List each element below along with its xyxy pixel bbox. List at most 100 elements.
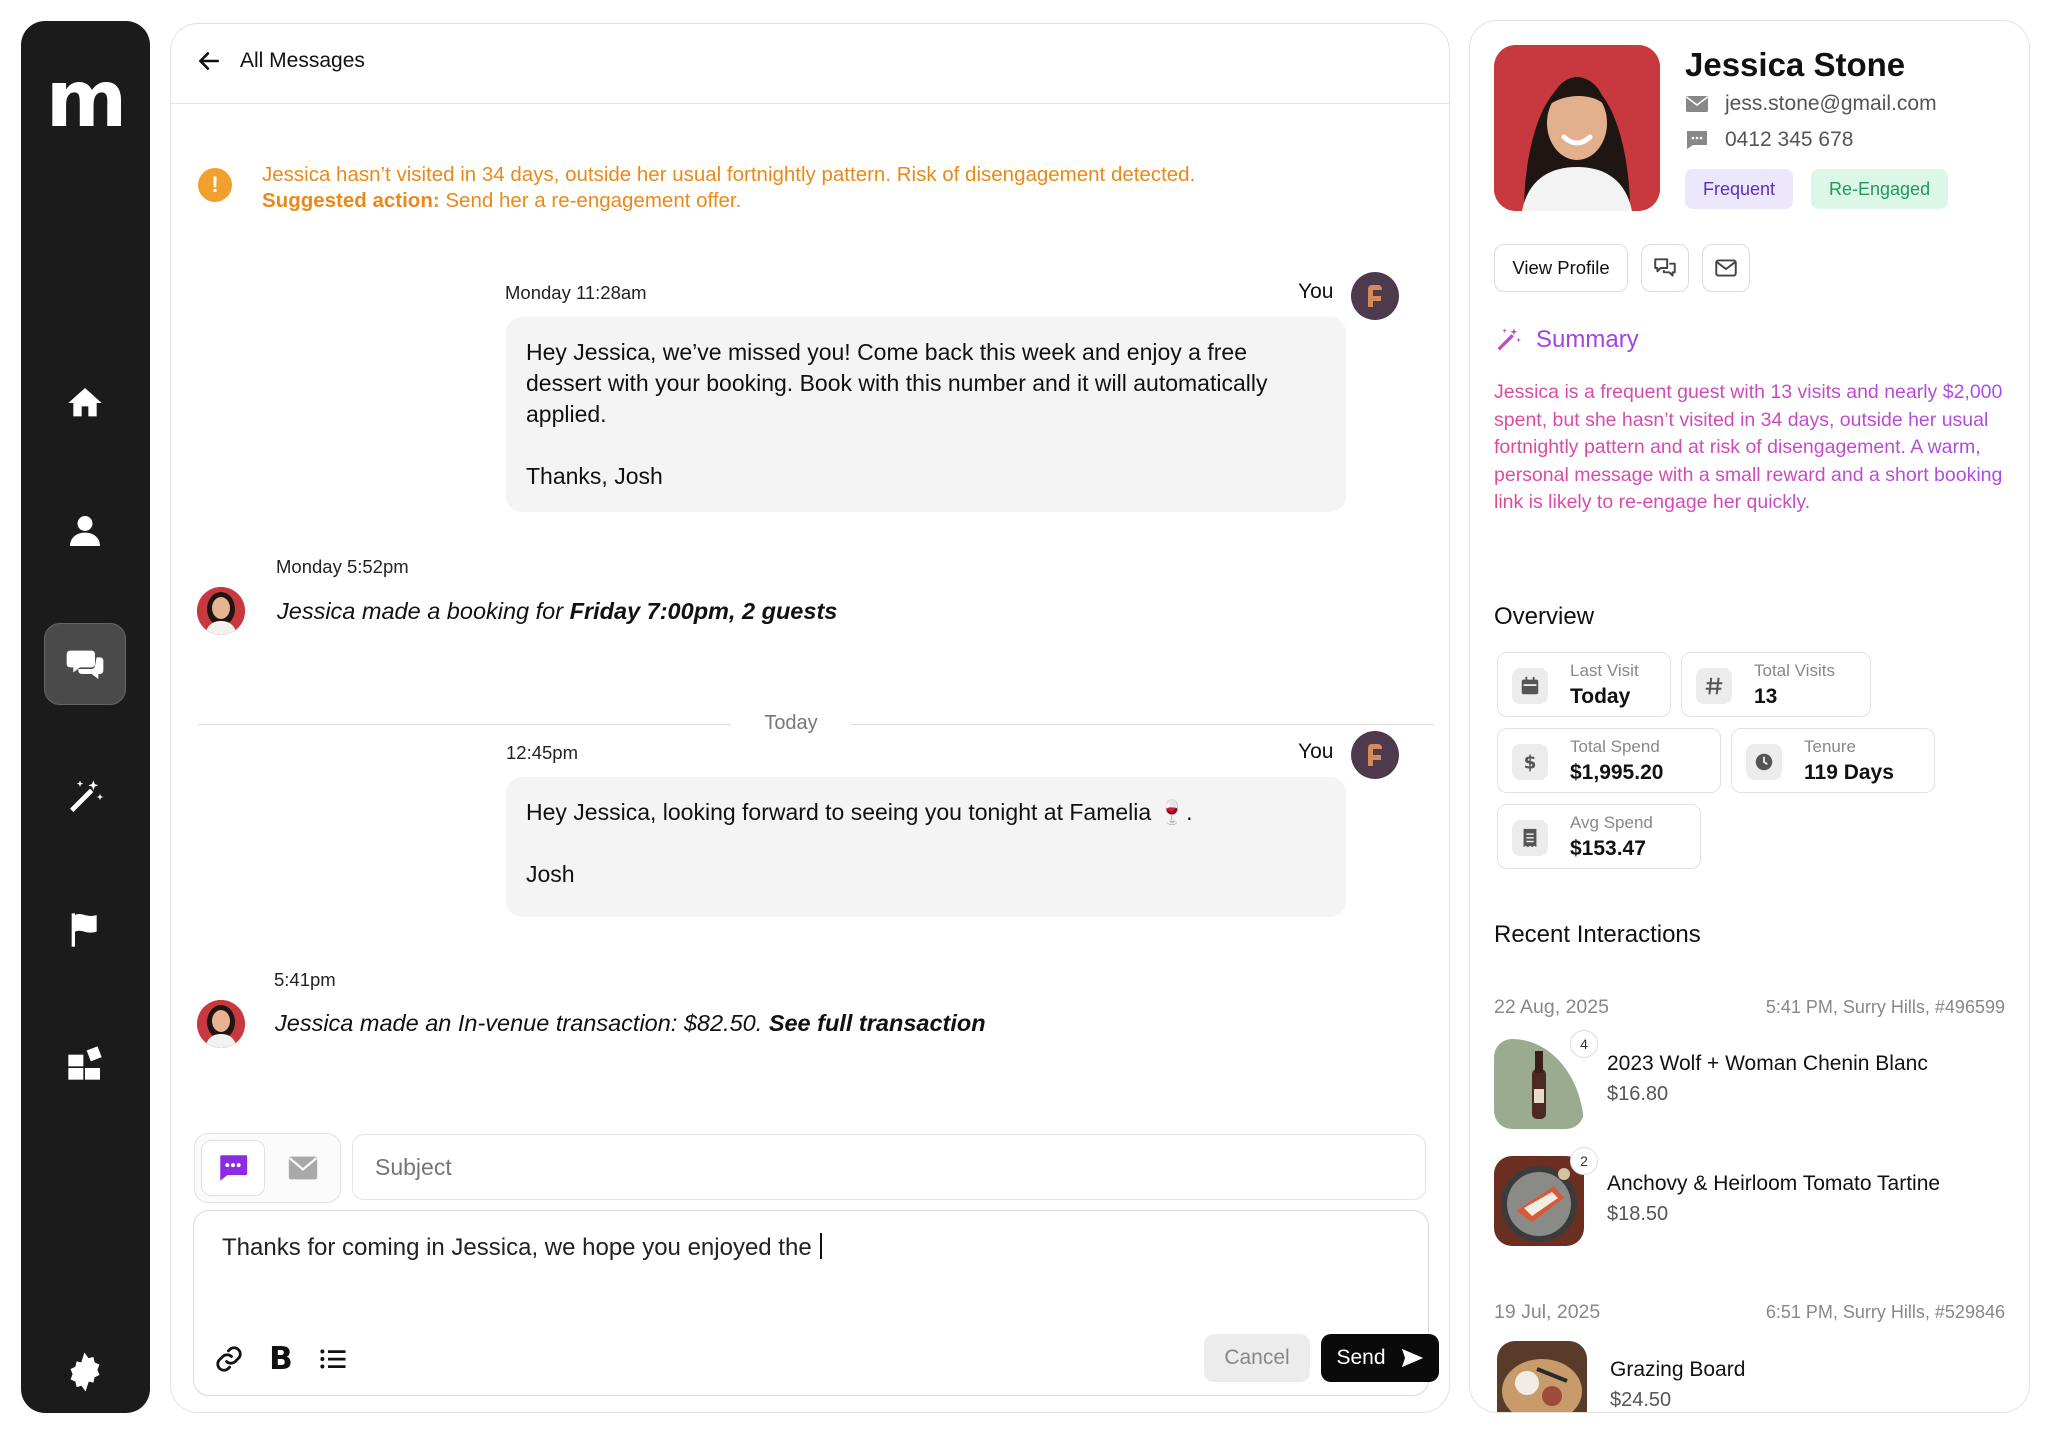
sms-icon xyxy=(220,1155,248,1181)
see-full-transaction-link[interactable]: See full transaction xyxy=(769,1010,986,1036)
interaction-meta: 5:41 PM, Surry Hills, #496599 xyxy=(1765,997,2005,1017)
nav-messages[interactable] xyxy=(44,623,126,705)
hash-icon xyxy=(1696,668,1732,704)
message-timestamp: 12:45pm xyxy=(506,742,578,763)
composer-input[interactable]: Thanks for coming in Jessica, we hope yo… xyxy=(222,1233,823,1262)
message-timestamp: Monday 11:28am xyxy=(505,282,647,303)
booking-event-detail: Friday 7:00pm, 2 guests xyxy=(569,598,838,624)
stat-value: Today xyxy=(1570,685,1631,708)
email-channel-button[interactable] xyxy=(271,1140,335,1196)
view-profile-button[interactable]: View Profile xyxy=(1494,244,1628,292)
stat-label: Tenure xyxy=(1804,737,1856,756)
item-price: $18.50 xyxy=(1607,1203,1669,1225)
event-timestamp: Monday 5:52pm xyxy=(276,556,409,577)
sender-label: You xyxy=(1298,280,1334,303)
flag-icon xyxy=(71,913,97,947)
sender-label: You xyxy=(1298,740,1334,763)
dollar-icon: $ xyxy=(1512,744,1548,780)
item-image-wine[interactable] xyxy=(1494,1039,1584,1129)
guest-avatar xyxy=(197,587,245,635)
send-button[interactable]: Send xyxy=(1321,1334,1439,1382)
alert-suggested-text: Send her a re-engagement offer. xyxy=(439,189,742,212)
chat-bubbles-icon xyxy=(66,650,104,679)
message-thread-panel: All Messages ! Jessica hasn’t visited in… xyxy=(170,23,1450,1413)
stat-label: Last Visit xyxy=(1570,661,1639,680)
guest-phone-text: 0412 345 678 xyxy=(1725,128,1854,151)
text-cursor xyxy=(820,1233,823,1259)
subject-input[interactable] xyxy=(352,1134,1426,1200)
stat-total-visits: Total Visits 13 xyxy=(1681,652,1871,717)
sms-icon xyxy=(1687,131,1707,149)
guest-name: Jessica Stone xyxy=(1685,46,1906,83)
cancel-button[interactable]: Cancel xyxy=(1204,1334,1310,1382)
message-guest-button[interactable] xyxy=(1641,244,1689,292)
calendar-icon xyxy=(1512,668,1548,704)
tag-frequent: Frequent xyxy=(1685,169,1794,209)
channel-toggle xyxy=(194,1133,341,1203)
item-image-grazing-board[interactable] xyxy=(1497,1341,1587,1412)
summary-heading: Summary xyxy=(1494,326,1639,354)
sender-avatar xyxy=(1351,272,1399,320)
stat-last-visit: Last Visit Today xyxy=(1497,652,1671,717)
item-name: Grazing Board xyxy=(1610,1358,1746,1381)
stat-value: 13 xyxy=(1754,685,1778,708)
day-divider-label: Today xyxy=(731,712,851,735)
recent-interactions-heading: Recent Interactions xyxy=(1494,921,1701,948)
interaction-date: 19 Jul, 2025 xyxy=(1494,1301,1601,1323)
nav-settings[interactable] xyxy=(44,1331,126,1413)
stat-avg-spend: Avg Spend $153.47 xyxy=(1497,804,1701,869)
nav-magic[interactable] xyxy=(44,756,126,838)
alert-text: Jessica hasn’t visited in 34 days, outsi… xyxy=(262,162,1195,214)
bold-icon[interactable]: B xyxy=(266,1341,296,1377)
interaction-date: 22 Aug, 2025 xyxy=(1494,996,1609,1018)
alert-message: Jessica hasn’t visited in 34 days, outsi… xyxy=(262,163,1196,186)
guest-photo xyxy=(1494,45,1660,211)
stat-total-spend: $ Total Spend $1,995.20 xyxy=(1497,728,1721,793)
magic-wand-icon xyxy=(70,780,104,812)
app-logo[interactable]: m xyxy=(21,61,150,139)
gear-icon xyxy=(70,1352,100,1392)
stat-value: 119 Days xyxy=(1804,761,1894,784)
svg-text:$: $ xyxy=(1524,752,1537,773)
stat-label: Total Visits xyxy=(1754,661,1835,680)
list-icon[interactable] xyxy=(318,1344,348,1374)
nav-campaigns[interactable] xyxy=(44,889,126,971)
warning-icon: ! xyxy=(198,168,232,202)
summary-title: Summary xyxy=(1536,326,1639,353)
guest-email: jess.stone@gmail.com xyxy=(1685,92,1937,116)
booking-event: Jessica made a booking for Friday 7:00pm… xyxy=(277,598,837,625)
sms-channel-button[interactable] xyxy=(201,1140,265,1196)
item-image-tartine[interactable] xyxy=(1494,1156,1584,1246)
item-price: $24.50 xyxy=(1610,1389,1672,1411)
nav-widgets[interactable] xyxy=(44,1022,126,1104)
back-to-all-messages[interactable]: All Messages xyxy=(196,48,365,74)
user-icon xyxy=(70,516,100,546)
transaction-event-text: Jessica made an In-venue transaction: $8… xyxy=(275,1010,769,1036)
guest-phone: 0412 345 678 xyxy=(1685,128,1853,152)
arrow-left-icon xyxy=(199,52,219,70)
overview-heading: Overview xyxy=(1494,603,1595,630)
stat-value: $153.47 xyxy=(1570,837,1646,860)
chat-bubbles-icon xyxy=(1654,258,1676,277)
email-guest-button[interactable] xyxy=(1702,244,1750,292)
message-composer[interactable]: Thanks for coming in Jessica, we hope yo… xyxy=(193,1210,1439,1396)
envelope-icon xyxy=(288,1156,318,1180)
receipt-icon xyxy=(1512,820,1548,856)
stat-value: $1,995.20 xyxy=(1570,761,1664,784)
message-bubble: Hey Jessica, looking forward to seeing y… xyxy=(506,777,1346,917)
envelope-icon xyxy=(1715,259,1737,277)
link-icon[interactable] xyxy=(214,1344,244,1374)
nav-home[interactable] xyxy=(44,362,126,444)
guest-avatar xyxy=(197,1000,245,1048)
message-bubble: Hey Jessica, we’ve missed you! Come back… xyxy=(506,317,1346,512)
sender-avatar xyxy=(1351,731,1399,779)
widgets-icon xyxy=(68,1046,102,1080)
item-name: Anchovy & Heirloom Tomato Tartine xyxy=(1607,1172,1941,1195)
composer-draft: Thanks for coming in Jessica, we hope yo… xyxy=(222,1234,819,1261)
guest-email-text: jess.stone@gmail.com xyxy=(1725,92,1937,115)
nav-customers[interactable] xyxy=(44,490,126,572)
ai-summary-text: Jessica is a frequent guest with 13 visi… xyxy=(1494,379,2009,517)
event-timestamp: 5:41pm xyxy=(274,969,336,990)
envelope-icon xyxy=(1686,96,1708,112)
guest-profile-panel: Jessica Stone jess.stone@gmail.com 0412 … xyxy=(1469,20,2030,1413)
